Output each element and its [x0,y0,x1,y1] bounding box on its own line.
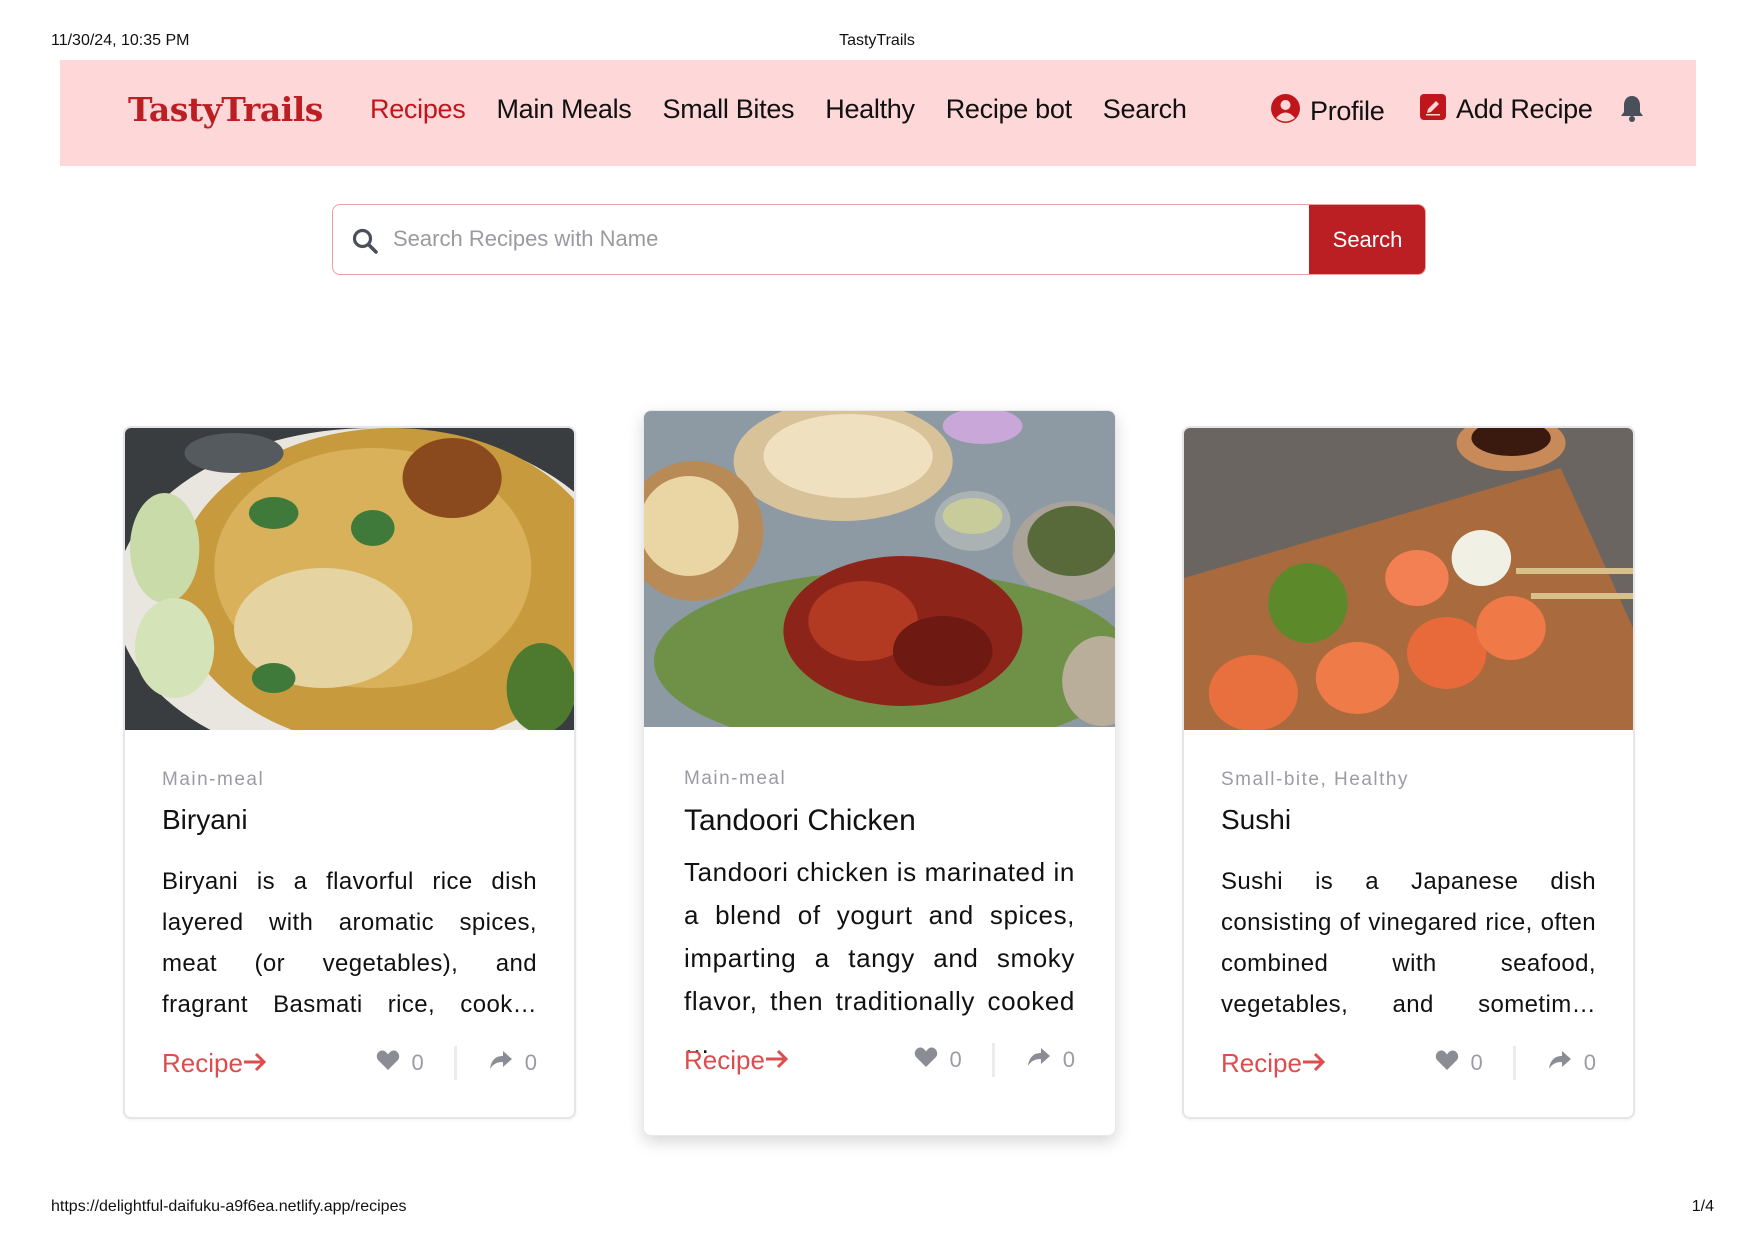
recipe-link-label: Recipe [162,1047,243,1078]
user-circle-icon [1271,94,1300,128]
nav-link-small-bites[interactable]: Small Bites [663,94,795,125]
card-stats: 0 0 [376,1046,537,1080]
card-stats: 0 0 [1435,1046,1596,1080]
recipe-card-sushi[interactable]: Small-bite, Healthy Sushi Sushi is a Jap… [1182,426,1635,1119]
card-description: Tandoori chicken is marinated in a blend… [684,857,1075,1059]
card-footer: Recipe 0 0 [162,1043,537,1083]
card-footer: Recipe 0 0 [1221,1043,1596,1083]
add-recipe-link[interactable]: Add Recipe [1420,94,1593,125]
bell-icon[interactable] [1620,94,1644,127]
recipe-link-label: Recipe [684,1044,765,1075]
nav-links: Recipes Main Meals Small Bites Healthy R… [370,94,1187,125]
share-count: 0 [1583,1050,1596,1075]
profile-link[interactable]: Profile [1271,94,1385,128]
heart-icon [914,1046,938,1074]
print-title: TastyTrails [839,32,915,49]
like-count: 0 [411,1050,424,1075]
card-category: Main-meal [684,768,787,789]
tandoori-chicken-image[interactable] [644,411,1115,751]
like-count: 0 [1470,1050,1483,1075]
share-icon [1548,1050,1572,1076]
like-button[interactable]: 0 [376,1049,424,1077]
like-button[interactable]: 0 [914,1046,962,1074]
share-count: 0 [524,1050,537,1075]
card-title: Sushi [1221,804,1292,835]
recipe-card-biryani[interactable]: Main-meal Biryani Biryani is a flavorful… [123,426,576,1119]
nav-link-recipe-bot[interactable]: Recipe bot [946,94,1072,125]
stats-divider [453,1046,457,1080]
arrow-right-icon [765,1045,789,1076]
edit-square-icon [1420,94,1446,125]
search-input[interactable] [393,205,1293,273]
share-button[interactable]: 0 [1548,1050,1596,1076]
card-title: Tandoori Chicken [684,804,916,837]
brand-logo[interactable]: TastyTrails [128,90,323,129]
like-button[interactable]: 0 [1435,1049,1483,1077]
like-count: 0 [949,1047,962,1072]
nav-link-main-meals[interactable]: Main Meals [496,94,631,125]
stats-divider [991,1043,995,1077]
card-title: Biryani [162,804,248,835]
recipe-link[interactable]: Recipe [684,1045,789,1076]
recipe-card-tandoori-chicken[interactable]: Main-meal Tandoori Chicken Tandoori chic… [643,410,1116,1136]
nav-link-search[interactable]: Search [1103,94,1187,125]
biryani-image[interactable] [125,428,574,768]
arrow-right-icon [243,1048,267,1079]
nav-link-healthy[interactable]: Healthy [825,94,915,125]
navbar: TastyTrails Recipes Main Meals Small Bit… [60,60,1696,166]
recipe-link[interactable]: Recipe [162,1048,267,1079]
heart-icon [376,1049,400,1077]
profile-label: Profile [1310,95,1385,126]
arrow-right-icon [1302,1048,1326,1079]
search-button[interactable]: Search [1309,205,1425,274]
recipe-link[interactable]: Recipe [1221,1048,1326,1079]
print-page-number: 1/4 [1691,1198,1714,1215]
recipe-link-label: Recipe [1221,1047,1302,1078]
share-icon [1027,1047,1051,1073]
card-category: Main-meal [162,769,265,790]
search-bar: Search [332,204,1426,275]
heart-icon [1435,1049,1459,1077]
share-icon [489,1050,513,1076]
card-description: Sushi is a Japanese dish consisting of v… [1221,868,1596,1018]
card-category: Small-bite, Healthy [1221,769,1409,790]
card-stats: 0 0 [914,1043,1075,1077]
card-footer: Recipe 0 0 [684,1040,1075,1080]
card-description: Biryani is a flavorful rice dish layered… [162,868,537,1018]
sushi-image[interactable] [1184,428,1633,731]
search-icon [351,227,379,260]
add-recipe-label: Add Recipe [1456,94,1593,124]
share-count: 0 [1062,1047,1075,1072]
share-button[interactable]: 0 [489,1050,537,1076]
print-url: https://delightful-daifuku-a9f6ea.netlif… [51,1198,407,1215]
nav-link-recipes[interactable]: Recipes [370,94,466,125]
stats-divider [1512,1046,1516,1080]
share-button[interactable]: 0 [1027,1047,1075,1073]
